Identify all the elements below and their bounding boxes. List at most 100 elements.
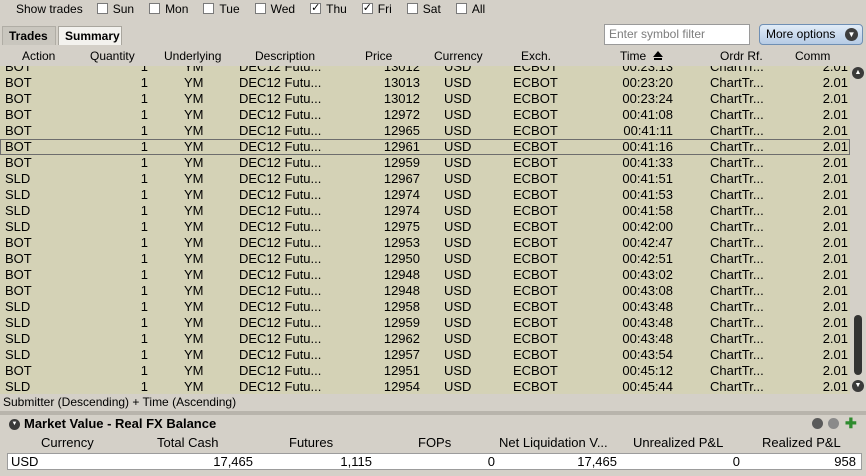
cell-ordr: ChartTr... <box>710 267 764 282</box>
col-header-ordr-rf[interactable]: Ordr Rf. <box>720 49 763 63</box>
cell-under: YM <box>184 267 204 282</box>
col-header-time[interactable]: Time <box>620 49 663 63</box>
table-row[interactable]: SLD 1 YM DEC12 Futu... 12962 USD ECBOT 00:43:48… <box>0 331 850 347</box>
scroll-thumb[interactable] <box>854 315 862 375</box>
cell-time: 00:41:53 <box>622 187 673 202</box>
market-value-row[interactable]: USD 17,465 1,115 0 17,465 0 958 <box>7 453 862 470</box>
checkbox[interactable] <box>406 3 418 14</box>
table-row[interactable]: BOT 1 YM DEC12 Futu... 12950 USD ECBOT 00:42:51… <box>0 251 850 267</box>
cell-curr: USD <box>444 363 472 378</box>
checkbox[interactable] <box>361 1 373 14</box>
more-options-button[interactable]: More options ▼ <box>759 24 863 45</box>
cell-comm: 2.01 <box>822 267 848 282</box>
cell-desc: DEC12 Futu... <box>239 139 322 154</box>
table-row[interactable]: SLD 1 YM DEC12 Futu... 12974 USD ECBOT 00:41:58… <box>0 203 850 219</box>
cell-exch: ECBOT <box>513 107 558 122</box>
cell-time: 00:45:12 <box>622 363 673 378</box>
col-header-comm[interactable]: Comm <box>795 49 830 63</box>
cell-qty: 1 <box>140 267 148 282</box>
cell-price: 12958 <box>383 299 420 314</box>
table-row[interactable]: BOT 1 YM DEC12 Futu... 12953 USD ECBOT 00:42:47… <box>0 235 850 251</box>
day-label: Fri <box>377 1 392 16</box>
cell-action: BOT <box>5 75 32 90</box>
cell-price: 12954 <box>383 379 420 394</box>
col-header-currency[interactable]: Currency <box>434 49 483 63</box>
tab-summary[interactable]: Summary <box>58 26 122 45</box>
table-row[interactable]: SLD 1 YM DEC12 Futu... 12967 USD ECBOT 00:41:51… <box>0 171 850 187</box>
cell-action: BOT <box>5 283 32 298</box>
table-row[interactable]: BOT 1 YM DEC12 Futu... 12951 USD ECBOT 00:45:12… <box>0 363 850 379</box>
day-filter-mon[interactable]: Mon <box>149 2 188 16</box>
col-header-price[interactable]: Price <box>365 49 392 63</box>
table-row[interactable]: BOT 1 YM DEC12 Futu... 12959 USD ECBOT 00:41:33… <box>0 155 850 171</box>
table-row[interactable]: SLD 1 YM DEC12 Futu... 12957 USD ECBOT 00:43:54… <box>0 347 850 363</box>
day-filter-tue[interactable]: Tue <box>203 2 240 16</box>
symbol-filter-input[interactable]: Enter symbol filter <box>604 24 750 45</box>
col-header-action[interactable]: Action <box>22 49 55 63</box>
table-row[interactable]: BOT 1 YM DEC12 Futu... 12972 USD ECBOT 00:41:08… <box>0 107 850 123</box>
table-row[interactable]: BOT 1 YM DEC12 Futu... 12948 USD ECBOT 00:43:08… <box>0 283 850 299</box>
cell-desc: DEC12 Futu... <box>239 347 322 362</box>
col-header-exch[interactable]: Exch. <box>521 49 551 63</box>
cell-curr: USD <box>444 267 472 282</box>
col-header-quantity[interactable]: Quantity <box>90 49 135 63</box>
cell-exch: ECBOT <box>513 203 558 218</box>
day-filter-wed[interactable]: Wed <box>254 2 295 16</box>
table-row[interactable]: BOT 1 YM DEC12 Futu... 13013 USD ECBOT 00:23:20… <box>0 75 850 91</box>
cell-qty: 1 <box>140 75 148 90</box>
mv-col-net-liquidation: Net Liquidation V... <box>499 435 608 450</box>
table-row[interactable]: SLD 1 YM DEC12 Futu... 12954 USD ECBOT 00:45:44… <box>0 379 850 394</box>
checkbox[interactable] <box>203 3 215 14</box>
cell-ordr: ChartTr... <box>710 91 764 106</box>
table-row[interactable]: BOT 1 YM DEC12 Futu... 13012 USD ECBOT 00:23:24… <box>0 91 850 107</box>
checkbox[interactable] <box>149 3 161 14</box>
cell-comm: 2.01 <box>822 91 848 106</box>
table-row[interactable]: BOT 1 YM DEC12 Futu... 13012 USD ECBOT 00:23:13… <box>0 66 850 75</box>
cell-under: YM <box>184 235 204 250</box>
day-filter-sat[interactable]: Sat <box>406 2 441 16</box>
link-icon[interactable] <box>812 418 823 429</box>
table-row[interactable]: BOT 1 YM DEC12 Futu... 12948 USD ECBOT 00:43:02… <box>0 267 850 283</box>
col-header-description[interactable]: Description <box>255 49 315 63</box>
cell-comm: 2.01 <box>822 331 848 346</box>
cell-curr: USD <box>444 187 472 202</box>
cell-exch: ECBOT <box>513 155 558 170</box>
table-row[interactable]: SLD 1 YM DEC12 Futu... 12974 USD ECBOT 00:41:53… <box>0 187 850 203</box>
table-row[interactable]: BOT 1 YM DEC12 Futu... 12965 USD ECBOT 00:41:11… <box>0 123 850 139</box>
day-checkbox-group: Sun Mon Tue Wed Thu Fri Sat All <box>96 1 500 16</box>
col-header-underlying[interactable]: Underlying <box>164 49 221 63</box>
cell-time: 00:43:48 <box>622 331 673 346</box>
mv-futures: 1,115 <box>340 454 372 469</box>
checkbox[interactable] <box>310 1 322 14</box>
checkbox[interactable] <box>455 3 467 14</box>
scroll-down-icon[interactable]: ▼ <box>852 380 864 392</box>
cell-action: BOT <box>5 139 32 154</box>
collapse-icon[interactable]: ▼ <box>9 419 20 430</box>
day-filter-all[interactable]: All <box>455 2 485 16</box>
table-row[interactable]: SLD 1 YM DEC12 Futu... 12959 USD ECBOT 00:43:48… <box>0 315 850 331</box>
cell-comm: 2.01 <box>822 203 848 218</box>
cell-time: 00:42:51 <box>622 251 673 266</box>
day-filter-fri[interactable]: Fri <box>361 1 392 16</box>
cell-time: 00:43:48 <box>622 299 673 314</box>
cell-desc: DEC12 Futu... <box>239 363 322 378</box>
tab-trades[interactable]: Trades <box>2 26 56 45</box>
settings-icon[interactable] <box>828 418 839 429</box>
scroll-up-icon[interactable]: ▲ <box>852 67 864 79</box>
cell-desc: DEC12 Futu... <box>239 299 322 314</box>
cell-ordr: ChartTr... <box>710 187 764 202</box>
table-row[interactable]: BOT 1 YM DEC12 Futu... 12961 USD ECBOT 00:41:16… <box>0 139 850 155</box>
table-row[interactable]: SLD 1 YM DEC12 Futu... 12958 USD ECBOT 00:43:48… <box>0 299 850 315</box>
checkbox[interactable] <box>96 3 108 14</box>
day-filter-sun[interactable]: Sun <box>96 2 134 16</box>
table-row[interactable]: SLD 1 YM DEC12 Futu... 12975 USD ECBOT 00:42:00… <box>0 219 850 235</box>
day-filter-thu[interactable]: Thu <box>310 1 347 16</box>
checkbox[interactable] <box>254 3 266 14</box>
add-icon[interactable]: ✚ <box>845 416 857 430</box>
cell-ordr: ChartTr... <box>710 75 764 90</box>
cell-time: 00:42:00 <box>622 219 673 234</box>
cell-desc: DEC12 Futu... <box>239 123 322 138</box>
vertical-scrollbar[interactable]: ▲ ▼ <box>850 66 866 394</box>
cell-exch: ECBOT <box>513 299 558 314</box>
mv-total-cash: 17,465 <box>213 454 253 469</box>
